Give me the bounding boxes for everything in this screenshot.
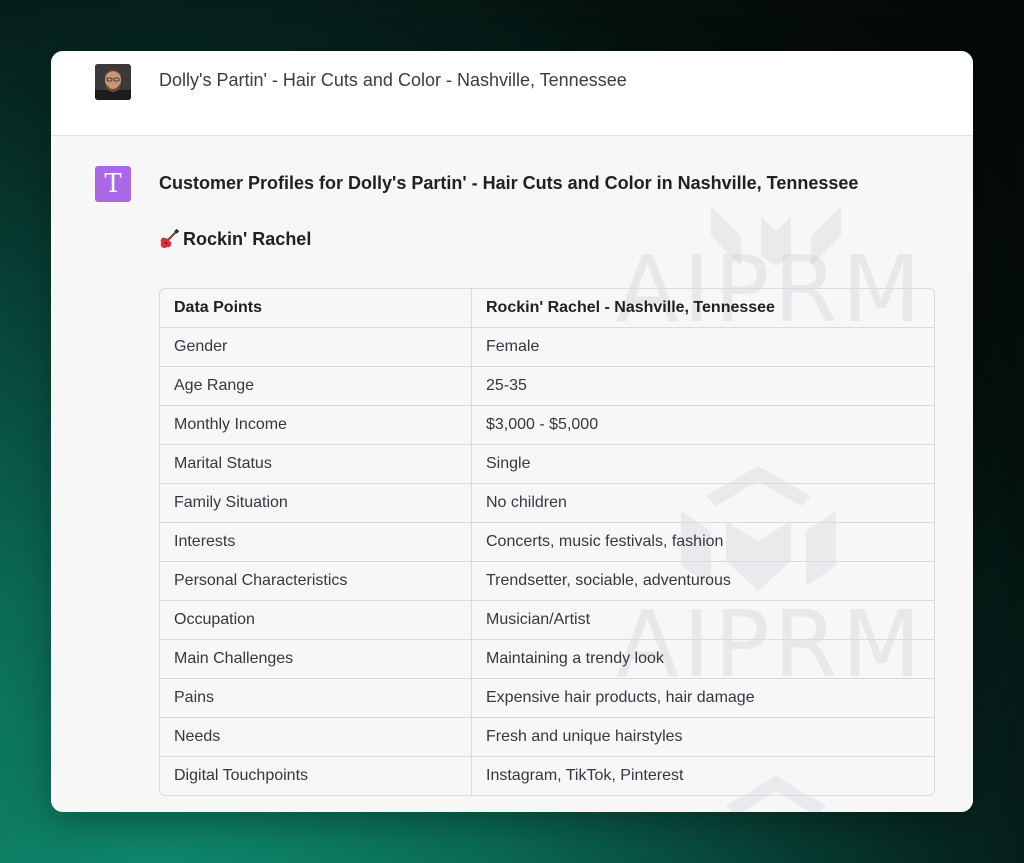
table-cell-label: Needs <box>160 718 472 757</box>
table-row: Interests Concerts, music festivals, fas… <box>160 523 934 562</box>
table-cell-value: Expensive hair products, hair damage <box>472 679 934 718</box>
guitar-icon <box>160 229 179 249</box>
table-row: Digital Touchpoints Instagram, TikTok, P… <box>160 757 934 795</box>
table-cell-value: 25-35 <box>472 367 934 406</box>
chat-card: Dolly's Partin' - Hair Cuts and Color - … <box>51 51 973 812</box>
table-cell-label: Interests <box>160 523 472 562</box>
table-header-row: Data Points Rockin' Rachel - Nashville, … <box>160 289 934 328</box>
table-row: Gender Female <box>160 328 934 367</box>
profile-title-text: Rockin' Rachel <box>183 229 312 249</box>
user-avatar-image <box>95 64 131 100</box>
table-row: Age Range 25-35 <box>160 367 934 406</box>
assistant-avatar: T <box>95 166 131 202</box>
table-row: Personal Characteristics Trendsetter, so… <box>160 562 934 601</box>
user-message-text: Dolly's Partin' - Hair Cuts and Color - … <box>159 70 627 90</box>
table-cell-value: Musician/Artist <box>472 601 934 640</box>
table-cell-value: Single <box>472 445 934 484</box>
table-header-profile: Rockin' Rachel - Nashville, Tennessee <box>472 289 934 328</box>
table-row: Family Situation No children <box>160 484 934 523</box>
table-cell-label: Gender <box>160 328 472 367</box>
table-cell-label: Occupation <box>160 601 472 640</box>
table-cell-label: Monthly Income <box>160 406 472 445</box>
table-row: Monthly Income $3,000 - $5,000 <box>160 406 934 445</box>
table-row: Main Challenges Maintaining a trendy loo… <box>160 640 934 679</box>
profile-title: Rockin' Rachel <box>159 227 311 251</box>
table-cell-value: Instagram, TikTok, Pinterest <box>486 767 684 784</box>
table-cell-value: No children <box>472 484 934 523</box>
table-row: Pains Expensive hair products, hair dama… <box>160 679 934 718</box>
table-cell-value: Fresh and unique hairstyles <box>472 718 934 757</box>
table-cell-label: Personal Characteristics <box>160 562 472 601</box>
table-cell-value: Trendsetter, sociable, adventurous <box>472 562 934 601</box>
response-heading: Customer Profiles for Dolly's Partin' - … <box>159 173 859 193</box>
table-cell-label: Main Challenges <box>160 640 472 679</box>
table-cell-value: Concerts, music festivals, fashion <box>472 523 934 562</box>
customer-profile-table: Data Points Rockin' Rachel - Nashville, … <box>159 288 935 796</box>
table-row: Needs Fresh and unique hairstyles <box>160 718 934 757</box>
table-row: Occupation Musician/Artist <box>160 601 934 640</box>
user-avatar <box>95 64 131 100</box>
table-cell-value: $3,000 - $5,000 <box>472 406 934 445</box>
table-header-data-points: Data Points <box>160 289 472 328</box>
table-cell-label: Digital Touchpoints <box>160 757 472 795</box>
table-cell-label: Age Range <box>160 367 472 406</box>
table-cell-label: Marital Status <box>160 445 472 484</box>
table-cell-value: Female <box>472 328 934 367</box>
table-cell-value: Maintaining a trendy look <box>472 640 934 679</box>
table-row: Marital Status Single <box>160 445 934 484</box>
table-cell-label: Pains <box>160 679 472 718</box>
table-cell-label: Family Situation <box>160 484 472 523</box>
user-message-row: Dolly's Partin' - Hair Cuts and Color - … <box>51 51 973 136</box>
assistant-message-area: AIPRM AIPRM T Customer Profiles for Doll… <box>51 136 973 812</box>
